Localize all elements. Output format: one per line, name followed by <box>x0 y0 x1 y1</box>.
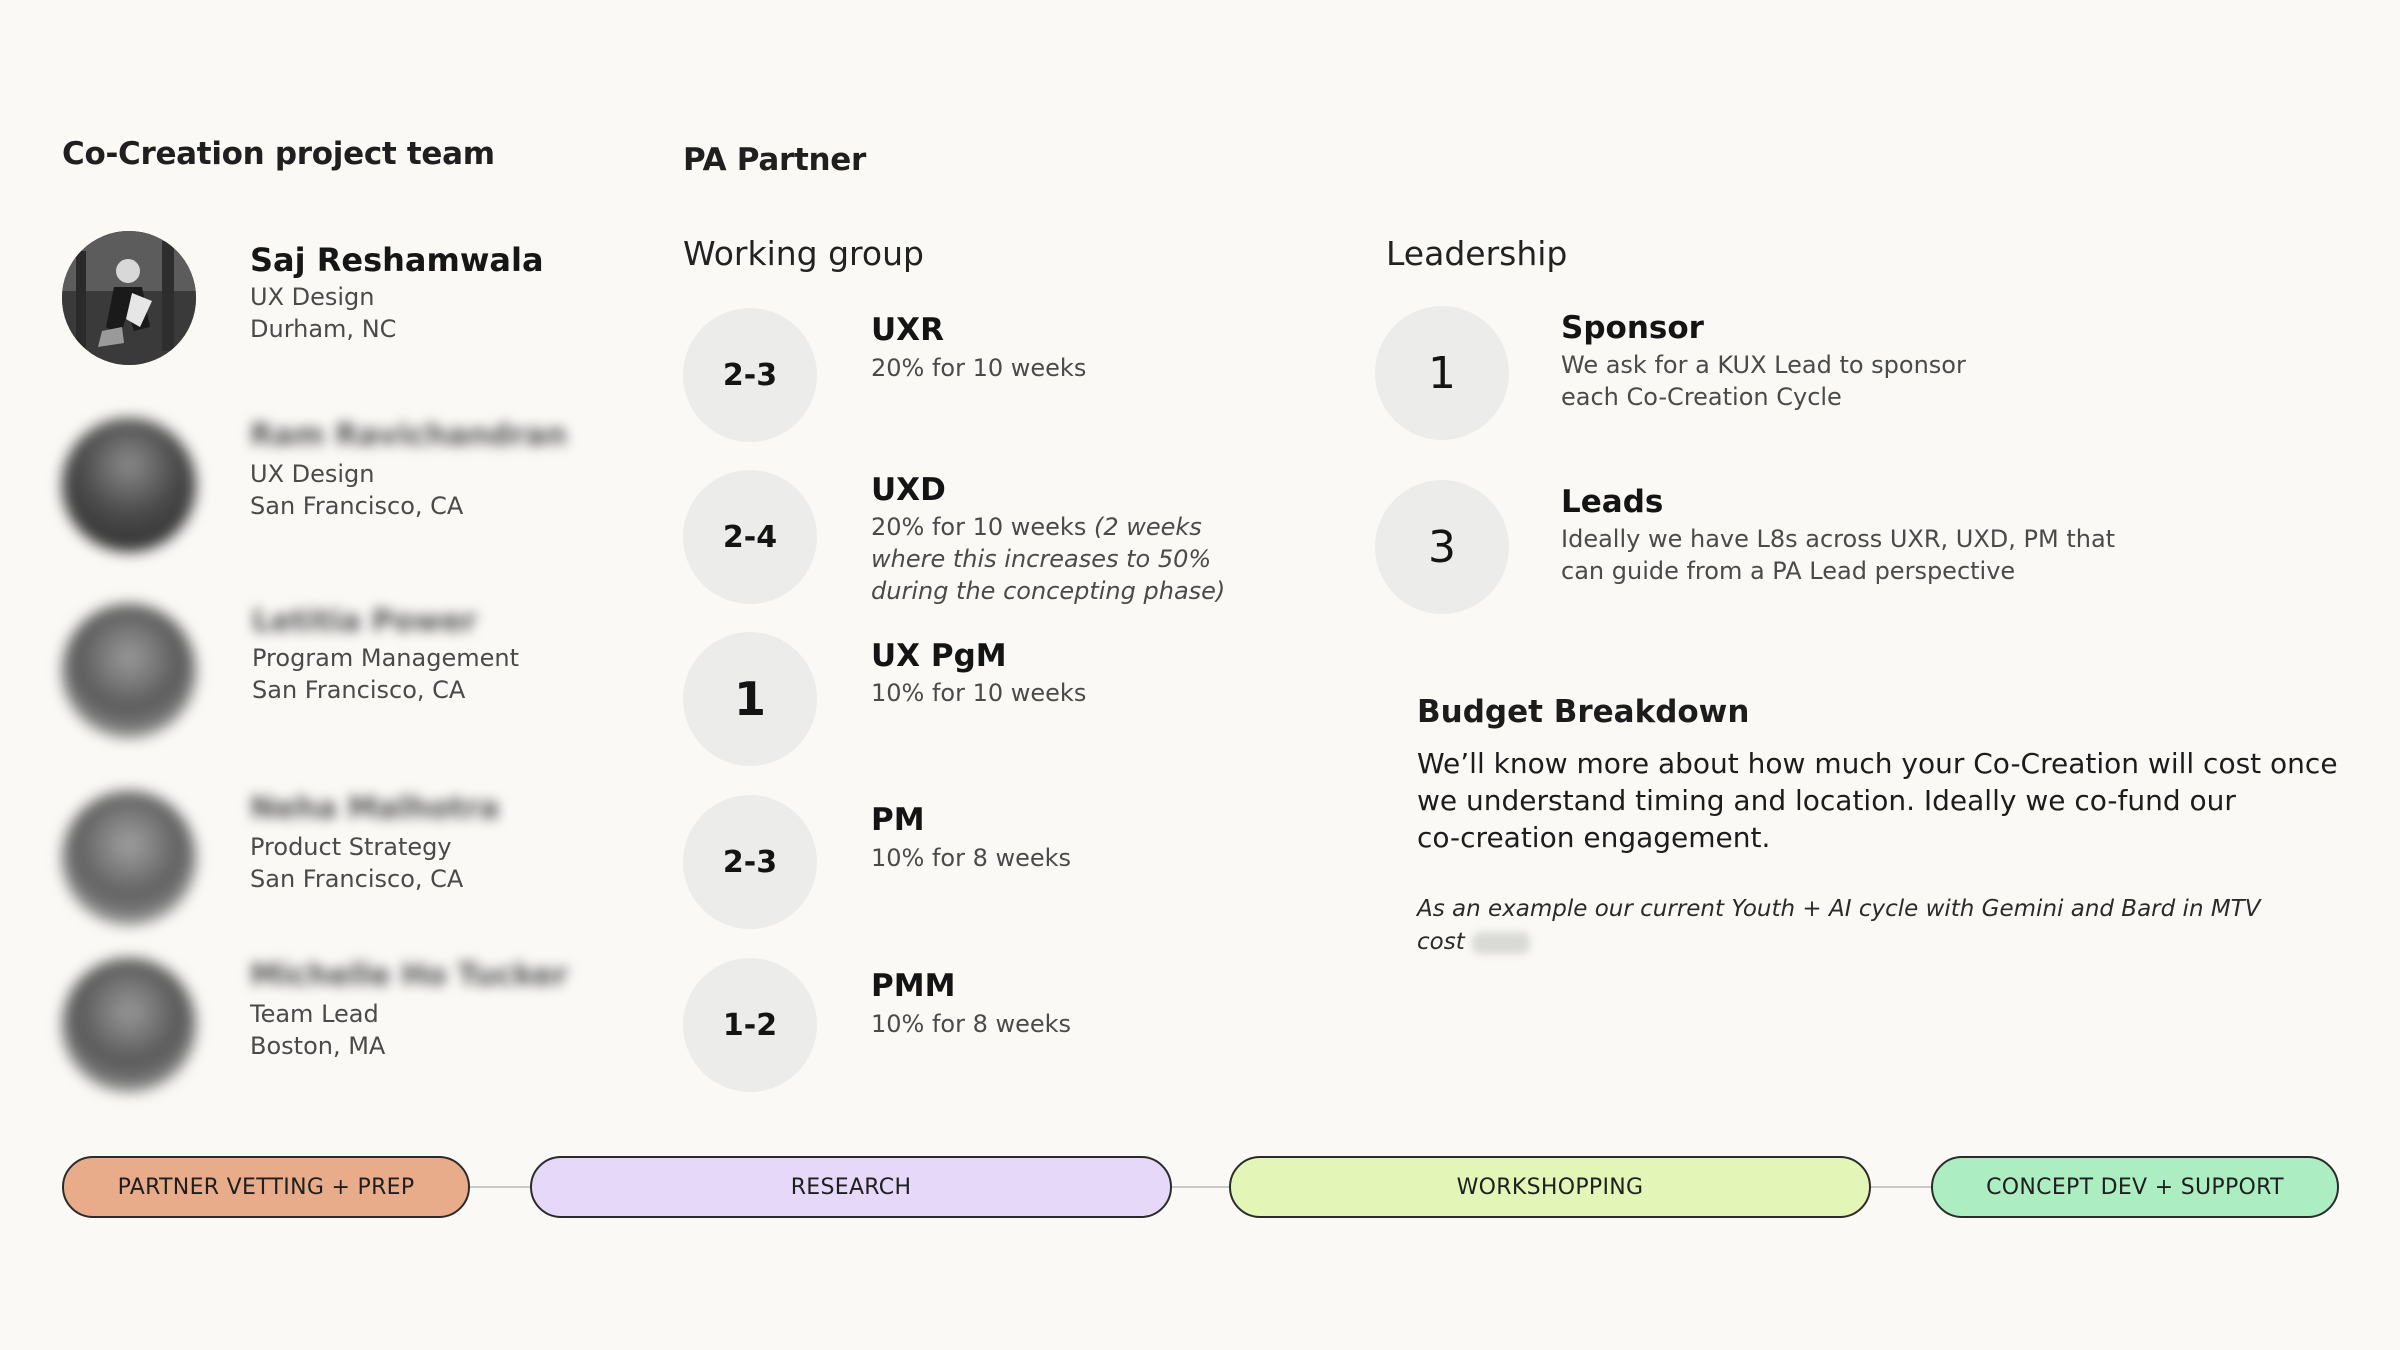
role-desc-text: 20% for 10 weeks <box>871 513 1087 541</box>
role-title: PMM <box>871 968 956 1004</box>
budget-body-line: we understand timing and location. Ideal… <box>1417 784 2236 817</box>
role-desc: 10% for 10 weeks <box>871 679 1087 707</box>
redacted-amount <box>1472 931 1531 954</box>
member-role: Program Management <box>252 644 519 672</box>
member-location: San Francisco, CA <box>250 492 464 520</box>
role-desc-line: We ask for a KUX Lead to sponsor <box>1561 351 1966 379</box>
phase-pill-concept-dev: CONCEPT DEV + SUPPORT <box>1931 1156 2339 1218</box>
avatar <box>62 231 196 365</box>
team-member: Letitia Power Program Management San Fra… <box>62 604 622 744</box>
team-title: Co-Creation project team <box>62 136 495 172</box>
budget-body-line: We’ll know more about how much your Co-C… <box>1417 747 2338 780</box>
budget-title: Budget Breakdown <box>1417 694 1750 730</box>
role-desc: 20% for 10 weeks <box>871 354 1087 382</box>
count-badge: 3 <box>1375 480 1509 614</box>
member-location: San Francisco, CA <box>252 676 466 704</box>
partner-title: PA Partner <box>683 142 866 178</box>
avatar <box>62 791 196 925</box>
budget-example-line: cost <box>1417 926 1531 959</box>
role-desc-line: Ideally we have L8s across UXR, UXD, PM … <box>1561 525 2116 553</box>
member-role: Product Strategy <box>250 833 452 861</box>
role-desc-line: each Co-Creation Cycle <box>1561 383 1842 411</box>
member-role: UX Design <box>250 283 375 311</box>
count-badge: 2-3 <box>683 308 817 442</box>
phase-pill-research: RESEARCH <box>530 1156 1172 1218</box>
role-desc: 20% for 10 weeks (2 weeks where this inc… <box>871 511 1271 607</box>
member-name: Michelle Ho Tucker <box>250 958 568 993</box>
member-role: Team Lead <box>250 1000 379 1028</box>
count-badge: 1 <box>1375 306 1509 440</box>
phase-pill-workshopping: WORKSHOPPING <box>1229 1156 1871 1218</box>
team-member: Saj Reshamwala UX Design Durham, NC <box>62 231 622 371</box>
count-badge: 1-2 <box>683 958 817 1092</box>
avatar <box>62 958 196 1092</box>
working-group-title: Working group <box>683 234 924 273</box>
role-desc-line: can guide from a PA Lead perspective <box>1561 557 2016 585</box>
budget-example-line: As an example our current Youth + AI cyc… <box>1417 896 2261 922</box>
count-badge: 1 <box>683 632 817 766</box>
person-photo-icon <box>62 231 196 365</box>
member-location: San Francisco, CA <box>250 865 464 893</box>
budget-example-cost: cost <box>1417 929 1465 955</box>
leadership-title: Leadership <box>1386 234 1568 273</box>
count-badge: 2-4 <box>683 470 817 604</box>
team-member: Neha Malhotra Product Strategy San Franc… <box>62 791 622 931</box>
avatar <box>62 604 196 738</box>
member-location: Durham, NC <box>250 315 397 343</box>
budget-body-line: co-creation engagement. <box>1417 821 1771 854</box>
role-title: UX PgM <box>871 638 1007 674</box>
role-desc: 10% for 8 weeks <box>871 1010 1072 1038</box>
role-desc: 10% for 8 weeks <box>871 844 1072 872</box>
member-name: Neha Malhotra <box>250 791 500 826</box>
member-name: Saj Reshamwala <box>250 241 544 279</box>
member-location: Boston, MA <box>250 1032 386 1060</box>
team-member: Ram Ravichandran UX Design San Francisco… <box>62 418 622 558</box>
role-title: UXD <box>871 472 946 508</box>
phase-pill-partner-vetting: PARTNER VETTING + PREP <box>62 1156 470 1218</box>
role-title: Sponsor <box>1561 310 1704 346</box>
member-name: Ram Ravichandran <box>250 418 567 453</box>
role-title: PM <box>871 802 925 838</box>
avatar <box>62 418 196 552</box>
team-member: Michelle Ho Tucker Team Lead Boston, MA <box>62 958 622 1098</box>
role-title: UXR <box>871 312 944 348</box>
role-title: Leads <box>1561 484 1664 520</box>
count-badge: 2-3 <box>683 795 817 929</box>
member-role: UX Design <box>250 460 375 488</box>
member-name: Letitia Power <box>252 604 477 639</box>
